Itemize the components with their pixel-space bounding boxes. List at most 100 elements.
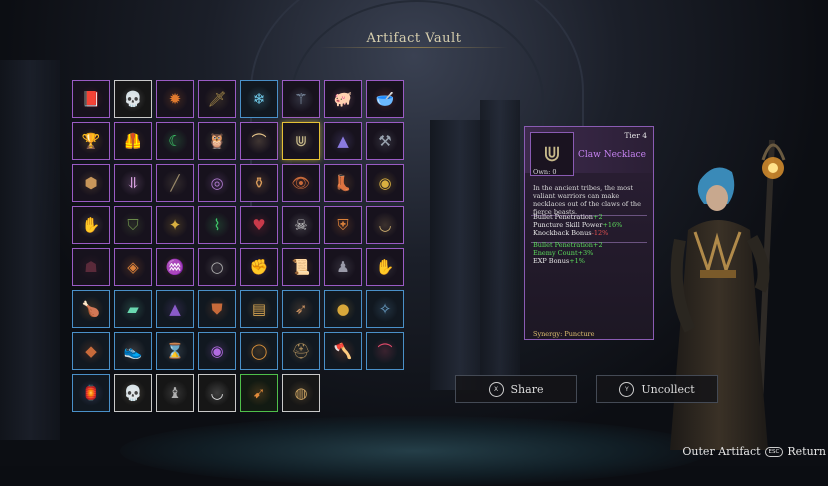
bracelet-icon: ◎ xyxy=(204,170,230,196)
pyramid-icon: ▲ xyxy=(330,128,356,154)
trident-icon: ⚚ xyxy=(288,86,314,112)
return-button[interactable]: Return xyxy=(787,445,826,458)
stat-label: EXP Bonus xyxy=(533,257,570,265)
artifact-slot[interactable]: ⛨ xyxy=(324,206,362,244)
artifact-slot[interactable]: ○ xyxy=(198,248,236,286)
artifact-slot[interactable]: ✦ xyxy=(156,206,194,244)
statuette-icon: ♝ xyxy=(162,380,188,406)
artifact-slot[interactable]: ♝ xyxy=(156,374,194,412)
fang-necklace-icon: ◡ xyxy=(372,212,398,238)
artifact-slot[interactable]: ◉ xyxy=(198,332,236,370)
artifact-slot[interactable]: 📜 xyxy=(282,248,320,286)
artifact-slot[interactable]: ⌛ xyxy=(156,332,194,370)
artifact-slot[interactable]: ◈ xyxy=(114,248,152,286)
artifact-slot[interactable]: ✧ xyxy=(366,290,404,328)
green-cloth-icon: ⌇ xyxy=(204,212,230,238)
artifact-slot[interactable]: ☗ xyxy=(72,248,110,286)
artifact-slot[interactable]: ♥ xyxy=(240,206,278,244)
lantern-icon: 🏮 xyxy=(78,380,104,406)
helmet-icon: ⛑ xyxy=(288,338,314,364)
artifact-slot[interactable]: ✋ xyxy=(366,248,404,286)
artifact-slot[interactable]: ⬢ xyxy=(72,164,110,202)
floor-glow xyxy=(120,416,708,486)
artifact-slot[interactable]: ⋓ xyxy=(282,122,320,160)
artifact-slot[interactable]: 👢 xyxy=(324,164,362,202)
artifact-slot[interactable]: ⌒ xyxy=(366,332,404,370)
artifact-slot[interactable]: ✋ xyxy=(72,206,110,244)
artifact-slot[interactable]: ⌒ xyxy=(240,122,278,160)
artifact-slot[interactable]: 🏆 xyxy=(72,122,110,160)
outer-artifact-button[interactable]: Outer Artifact xyxy=(682,445,760,458)
share-button[interactable]: X Share xyxy=(455,375,577,403)
artifact-slot[interactable]: 🗡 xyxy=(198,80,236,118)
artifact-slot[interactable]: ⚒ xyxy=(366,122,404,160)
artifact-slot[interactable]: ♒ xyxy=(156,248,194,286)
artifact-slot[interactable]: ☠ xyxy=(282,206,320,244)
artifact-slot[interactable]: ⚚ xyxy=(282,80,320,118)
artifact-slot[interactable]: ◯ xyxy=(240,332,278,370)
spell-scroll-icon: 📜 xyxy=(288,254,314,280)
artifact-slot[interactable]: 👟 xyxy=(114,332,152,370)
artifact-name: Claw Necklace xyxy=(578,150,647,160)
artifact-slot[interactable]: ◉ xyxy=(366,164,404,202)
artifact-slot[interactable]: ◎ xyxy=(198,164,236,202)
artifact-slot[interactable]: 🥣 xyxy=(366,80,404,118)
artifact-slot[interactable]: ♟ xyxy=(324,248,362,286)
artifact-slot[interactable]: ● xyxy=(324,290,362,328)
artifact-slot[interactable]: ⛊ xyxy=(198,290,236,328)
artifact-slot[interactable]: 🍗 xyxy=(72,290,110,328)
artifact-slot[interactable]: ☾ xyxy=(156,122,194,160)
eye-shield-icon: ◈ xyxy=(120,254,146,280)
artifact-slot[interactable]: ◆ xyxy=(72,332,110,370)
dagger-icon: 🗡 xyxy=(204,86,230,112)
artifact-slot[interactable]: ◍ xyxy=(282,374,320,412)
skull-icon: 💀 xyxy=(120,380,146,406)
artifact-slot[interactable]: 🦺 xyxy=(114,122,152,160)
artifact-slot[interactable]: ╱ xyxy=(156,164,194,202)
gold-mask-icon: ◉ xyxy=(372,170,398,196)
artifact-slot[interactable]: ⛑ xyxy=(282,332,320,370)
owl-icon: 🦉 xyxy=(204,128,230,154)
artifact-slot[interactable]: 🦉 xyxy=(198,122,236,160)
stat-label: Puncture Skill Power xyxy=(533,221,603,229)
title-divider xyxy=(320,47,508,48)
artifact-slot[interactable]: ◡ xyxy=(198,374,236,412)
skull-banner-icon: ☠ xyxy=(288,212,314,238)
anvil-icon: ⚒ xyxy=(372,128,398,154)
artifact-slot[interactable]: ▲ xyxy=(324,122,362,160)
stat-row: EXP Bonus+1% xyxy=(533,257,585,265)
artifact-slot[interactable]: 👁 xyxy=(282,164,320,202)
iron-gauntlet-icon: ✋ xyxy=(372,254,398,280)
spellbook-icon: 📕 xyxy=(78,86,104,112)
artifact-slot[interactable]: 📕 xyxy=(72,80,110,118)
artifact-slot[interactable]: ➹ xyxy=(240,374,278,412)
artifact-slot[interactable]: 🐖 xyxy=(324,80,362,118)
artifact-slot[interactable]: ✹ xyxy=(156,80,194,118)
artifact-slot[interactable]: ⌇ xyxy=(198,206,236,244)
artifact-slot[interactable]: ▲ xyxy=(156,290,194,328)
boots-icon: 👢 xyxy=(330,170,356,196)
artifact-slot[interactable]: 💀 xyxy=(114,80,152,118)
artifact-slot[interactable]: ✊ xyxy=(240,248,278,286)
artifact-slot[interactable]: 💀 xyxy=(114,374,152,412)
artifact-slot[interactable]: ⥥ xyxy=(114,164,152,202)
cloak-icon: ⛉ xyxy=(120,212,146,238)
unicorn-horn-icon: ⥥ xyxy=(120,170,146,196)
hourglass-icon: ⌛ xyxy=(162,338,188,364)
artifact-slot[interactable]: 🏮 xyxy=(72,374,110,412)
artifact-slot[interactable]: ▰ xyxy=(114,290,152,328)
mirror-icon: ◍ xyxy=(288,380,314,406)
artifact-slot[interactable]: ▤ xyxy=(240,290,278,328)
artifact-slot[interactable]: 🪓 xyxy=(324,332,362,370)
artifact-slot[interactable]: ⚱ xyxy=(240,164,278,202)
artifact-slot[interactable]: ⛉ xyxy=(114,206,152,244)
background-pillar xyxy=(0,60,60,440)
ice-shards-icon: ❄ xyxy=(246,86,272,112)
artifact-slot[interactable]: ❄ xyxy=(240,80,278,118)
artifact-slot[interactable]: ➶ xyxy=(282,290,320,328)
stat-value: +16% xyxy=(602,221,623,229)
artifact-slot[interactable]: ◡ xyxy=(366,206,404,244)
uncollect-button[interactable]: Y Uncollect xyxy=(596,375,718,403)
stat-value: +2 xyxy=(593,213,603,221)
share-label: Share xyxy=(510,382,544,396)
